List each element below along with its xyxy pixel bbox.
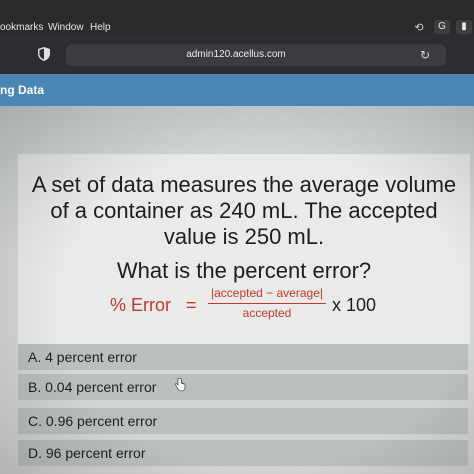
answer-choice-b[interactable]: B. 0.04 percent error [18, 374, 468, 400]
formula-denominator: accepted [242, 306, 292, 320]
formula-lhs: % Error [110, 295, 172, 315]
screen: ookmarks Window Help ⟲ G ▮ admin120.acel… [0, 0, 474, 474]
reload-icon[interactable]: ↻ [418, 48, 432, 62]
answer-choice-label: B. 0.04 percent error [28, 379, 157, 395]
content-area: A set of data measures the average volum… [0, 106, 474, 474]
g-badge-icon[interactable]: G [434, 20, 450, 34]
question-prompt: What is the percent error? [116, 258, 372, 283]
formula-fraction: |accepted − average| accepted [206, 284, 328, 324]
formula-equals: = [186, 295, 197, 315]
menu-bookmarks[interactable]: ookmarks [0, 22, 43, 34]
answer-choice-c[interactable]: C. 0.96 percent error [18, 408, 468, 434]
answer-choice-d[interactable]: D. 96 percent error [18, 440, 468, 466]
question-card: A set of data measures the average volum… [18, 154, 470, 344]
answer-choice-a[interactable]: A. 4 percent error [18, 344, 468, 370]
browser-toolbar: admin120.acellus.com ↻ [0, 34, 474, 74]
address-bar[interactable]: admin120.acellus.com ↻ [66, 44, 446, 66]
fraction-bar [208, 303, 326, 304]
lesson-title: ng Data [0, 83, 45, 97]
hand-pointer-icon [175, 378, 186, 392]
menu-window[interactable]: Window [48, 22, 84, 34]
shield-icon[interactable] [38, 47, 50, 61]
menu-help[interactable]: Help [90, 22, 111, 34]
answer-choice-label: D. 96 percent error [28, 445, 146, 461]
answer-choice-label: A. 4 percent error [28, 349, 137, 365]
swirl-icon[interactable]: ⟲ [412, 22, 426, 34]
lesson-header: ng Data [0, 74, 474, 106]
answer-choice-label: C. 0.96 percent error [28, 413, 158, 429]
battery-icon[interactable]: ▮ [456, 20, 472, 34]
url-text[interactable]: admin120.acellus.com [66, 44, 406, 66]
formula-multiplier: x 100 [332, 295, 377, 315]
percent-error-formula: % Error = |accepted − average| accepted … [18, 284, 470, 324]
formula-numerator: |accepted − average| [211, 286, 323, 300]
question-line-2: of a container as 240 mL. The accepted [50, 198, 438, 223]
menu-bar: ookmarks Window Help ⟲ G ▮ [0, 0, 474, 34]
question-line-1: A set of data measures the average volum… [31, 172, 457, 197]
question-line-3: value is 250 mL. [163, 224, 325, 249]
